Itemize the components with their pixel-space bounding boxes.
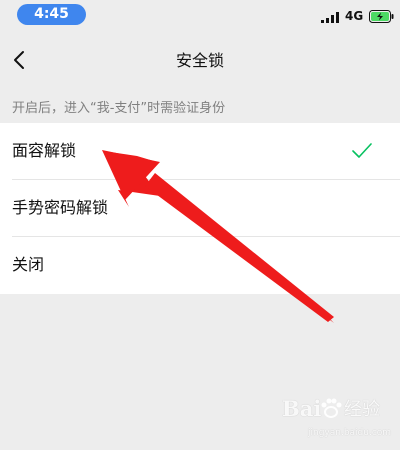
battery-charging-icon	[369, 10, 394, 23]
option-label: 手势密码解锁	[12, 198, 109, 217]
option-face-unlock[interactable]: 面容解锁	[0, 123, 400, 180]
signal-icon	[321, 12, 339, 23]
page-title: 安全锁	[175, 51, 224, 70]
section-hint: 开启后，进入“我-支付”时需验证身份	[12, 101, 226, 116]
option-label: 关闭	[12, 255, 45, 274]
option-label: 面容解锁	[12, 141, 77, 160]
check-icon	[352, 143, 372, 158]
watermark-brand: Bai	[282, 396, 322, 421]
option-off[interactable]: 关闭	[0, 237, 400, 294]
nav-bar: 安全锁	[0, 32, 400, 90]
option-gesture-password[interactable]: 手势密码解锁	[0, 180, 400, 237]
baidu-watermark: Bai 经验 jingyan.baidu.com	[282, 393, 394, 445]
watermark-url: jingyan.baidu.com	[308, 428, 392, 438]
network-label: 4G	[345, 9, 364, 23]
lock-option-list: 面容解锁 手势密码解锁 关闭	[0, 123, 400, 294]
watermark-sub: 经验	[344, 399, 380, 420]
paw-icon	[321, 398, 342, 418]
status-bar: 4:45 4G	[0, 0, 400, 32]
status-time: 4:45	[17, 4, 86, 25]
